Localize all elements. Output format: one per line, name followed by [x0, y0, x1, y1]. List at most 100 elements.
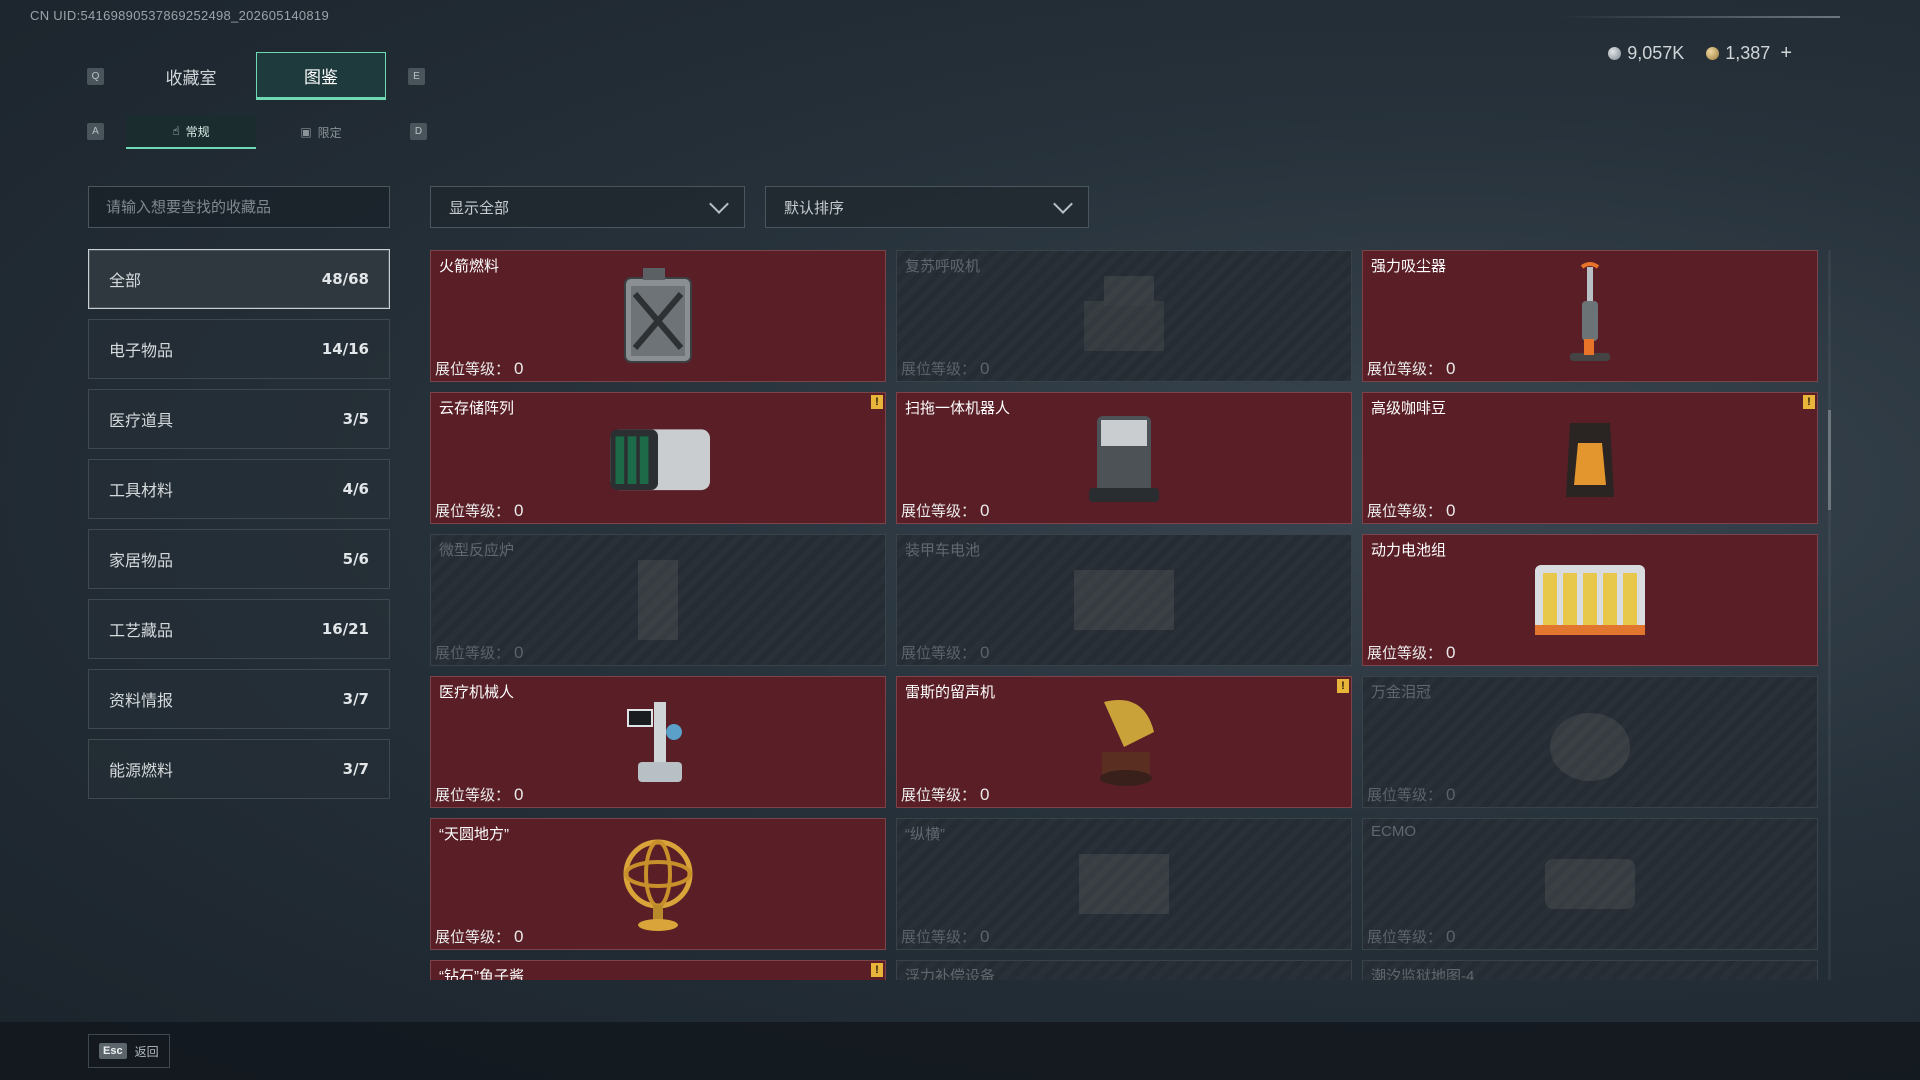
collection-item-card[interactable]: 高级咖啡豆 展位等级： 0! [1362, 392, 1818, 524]
item-level: 展位等级： 0 [435, 926, 523, 947]
category-item-medical[interactable]: 医疗道具 3/5 [88, 389, 390, 449]
collection-item-card[interactable]: 云存储阵列 展位等级： 0! [430, 392, 886, 524]
armillary-sphere-icon [593, 831, 723, 937]
item-level: 展位等级： 0 [901, 500, 989, 521]
item-name: “钻石”鱼子酱 [439, 968, 524, 980]
chess-board-icon [1059, 831, 1189, 937]
esc-key-hint: Esc [99, 1043, 127, 1059]
grid-scrollbar[interactable] [1828, 250, 1831, 980]
collection-item-card[interactable]: 扫拖一体机器人展位等级： 0 [896, 392, 1352, 524]
collection-item-card[interactable]: 微型反应炉 展位等级： 0 [430, 534, 886, 666]
category-label: 资料情报 [109, 693, 174, 710]
item-name: 扫拖一体机器人 [905, 400, 1011, 417]
collection-item-card[interactable]: 火箭燃料 展位等级： 0 [430, 250, 886, 382]
currency-bar: 9,057K 1,387 + [1608, 42, 1792, 65]
item-name: 医疗机械人 [439, 684, 515, 701]
item-level-label: 展位等级： [1367, 503, 1443, 520]
category-label: 电子物品 [109, 343, 174, 360]
sub-tabs: ☝ 常规 ▣ 限定 [126, 115, 386, 149]
gramophone-icon [1059, 689, 1189, 795]
collection-item-card[interactable]: “钻石”鱼子酱展位等级：0! [430, 960, 886, 980]
item-level-value: 0 [980, 501, 990, 520]
medical-robot-icon [593, 689, 723, 795]
filter-dropdown[interactable]: 显示全部 [430, 186, 745, 228]
category-item-tools[interactable]: 工具材料 4/6 [88, 459, 390, 519]
item-name: 云存储阵列 [439, 400, 515, 417]
vacuum-icon [1525, 262, 1655, 369]
item-level-label: 展位等级： [1367, 645, 1443, 662]
item-level-value: 0 [514, 785, 524, 804]
item-level-label: 展位等级： [1367, 929, 1443, 946]
item-level-value: 0 [514, 643, 524, 662]
tab-collection-room[interactable]: 收藏室 [126, 52, 256, 100]
item-name: 复苏呼吸机 [905, 258, 981, 275]
category-list: 全部 48/68 电子物品 14/16 医疗道具 3/5 工具材料 4/6 家居… [88, 249, 390, 809]
category-item-crafts[interactable]: 工艺藏品 16/21 [88, 599, 390, 659]
item-name: 雷斯的留声机 [905, 684, 996, 701]
collection-item-card[interactable]: 雷斯的留声机 展位等级： 0! [896, 676, 1352, 808]
collection-item-card[interactable]: 浮力补偿设备展位等级：0 [896, 960, 1352, 980]
item-level: 展位等级： 0 [901, 784, 989, 805]
grid-scrollbar-thumb[interactable] [1828, 410, 1831, 510]
item-level-label: 展位等级： [901, 645, 977, 662]
map-icon [1525, 973, 1655, 980]
collection-item-card[interactable]: 装甲车电池 展位等级： 0 [896, 534, 1352, 666]
battery-pack-icon [1525, 547, 1655, 653]
item-name: 火箭燃料 [439, 258, 500, 275]
chevron-down-icon [709, 194, 729, 214]
collection-item-card[interactable]: 医疗机械人 展位等级： 0 [430, 676, 886, 808]
item-level-label: 展位等级： [901, 929, 977, 946]
category-count: 16/21 [321, 620, 369, 638]
category-count: 3/5 [342, 410, 369, 428]
item-level-label: 展位等级： [901, 361, 977, 378]
item-level-value: 0 [980, 785, 990, 804]
item-level-label: 展位等级： [435, 929, 511, 946]
collection-item-card[interactable]: 动力电池组 展位等级： 0 [1362, 534, 1818, 666]
silver-coin-icon [1608, 47, 1622, 60]
category-label: 工具材料 [109, 483, 174, 500]
category-item-electronics[interactable]: 电子物品 14/16 [88, 319, 390, 379]
coffee-bag-icon [1525, 405, 1655, 511]
tab-codex[interactable]: 图鉴 [256, 52, 386, 100]
item-name: “纵横” [905, 826, 945, 843]
collection-item-card[interactable]: 潮汐监狱地图-4展位等级：0 [1362, 960, 1818, 980]
gold-currency: 1,387 + [1706, 42, 1792, 65]
key-hint-e: E [408, 68, 425, 85]
item-grid-viewport[interactable]: 火箭燃料 展位等级： 0 复苏呼吸机 展位等级： 0 强力吸尘器 展位等级： 0 云存储阵列 展位等… [430, 250, 1820, 980]
new-alert-badge: ! [871, 395, 883, 409]
collection-item-card[interactable]: 万金泪冠 展位等级： 0 [1362, 676, 1818, 808]
key-hint-q: Q [87, 68, 104, 85]
collection-item-card[interactable]: 复苏呼吸机展位等级： 0 [896, 250, 1352, 382]
category-item-all[interactable]: 全部 48/68 [88, 249, 390, 309]
item-level-label: 展位等级： [901, 787, 977, 804]
top-divider [1560, 16, 1840, 18]
search-box[interactable] [88, 186, 390, 228]
category-item-intel[interactable]: 资料情报 3/7 [88, 669, 390, 729]
back-label: 返回 [134, 1044, 159, 1059]
item-level-label: 展位等级： [1367, 787, 1443, 804]
item-level: 展位等级： 0 [901, 358, 989, 379]
subtab-limited[interactable]: ▣ 限定 [256, 115, 386, 149]
sort-dropdown[interactable]: 默认排序 [765, 186, 1089, 228]
sort-dropdown-value: 默认排序 [784, 199, 845, 217]
search-input[interactable] [104, 197, 374, 217]
item-name: 高级咖啡豆 [1371, 400, 1447, 417]
ecmo-icon [1525, 831, 1655, 937]
subtab-regular[interactable]: ☝ 常规 [126, 115, 256, 149]
item-level-value: 0 [514, 359, 524, 378]
main-tabs: 收藏室 图鉴 [126, 52, 386, 100]
collection-item-card[interactable]: “纵横” 展位等级： 0 [896, 818, 1352, 950]
category-item-energy[interactable]: 能源燃料 3/7 [88, 739, 390, 799]
gold-amount: 1,387 [1725, 43, 1771, 63]
gold-coin-icon [1706, 47, 1720, 60]
collection-item-card[interactable]: ECMO 展位等级： 0 [1362, 818, 1818, 950]
add-currency-button[interactable]: + [1780, 42, 1792, 65]
collection-item-card[interactable]: 强力吸尘器 展位等级： 0 [1362, 250, 1818, 382]
back-button[interactable]: Esc 返回 [88, 1034, 170, 1068]
category-label: 能源燃料 [109, 763, 174, 780]
collection-item-card[interactable]: “天圆地方” 展位等级： 0 [430, 818, 886, 950]
category-count: 14/16 [321, 340, 369, 358]
category-item-household[interactable]: 家居物品 5/6 [88, 529, 390, 589]
item-level-value: 0 [980, 927, 990, 946]
item-name: 强力吸尘器 [1371, 258, 1447, 275]
